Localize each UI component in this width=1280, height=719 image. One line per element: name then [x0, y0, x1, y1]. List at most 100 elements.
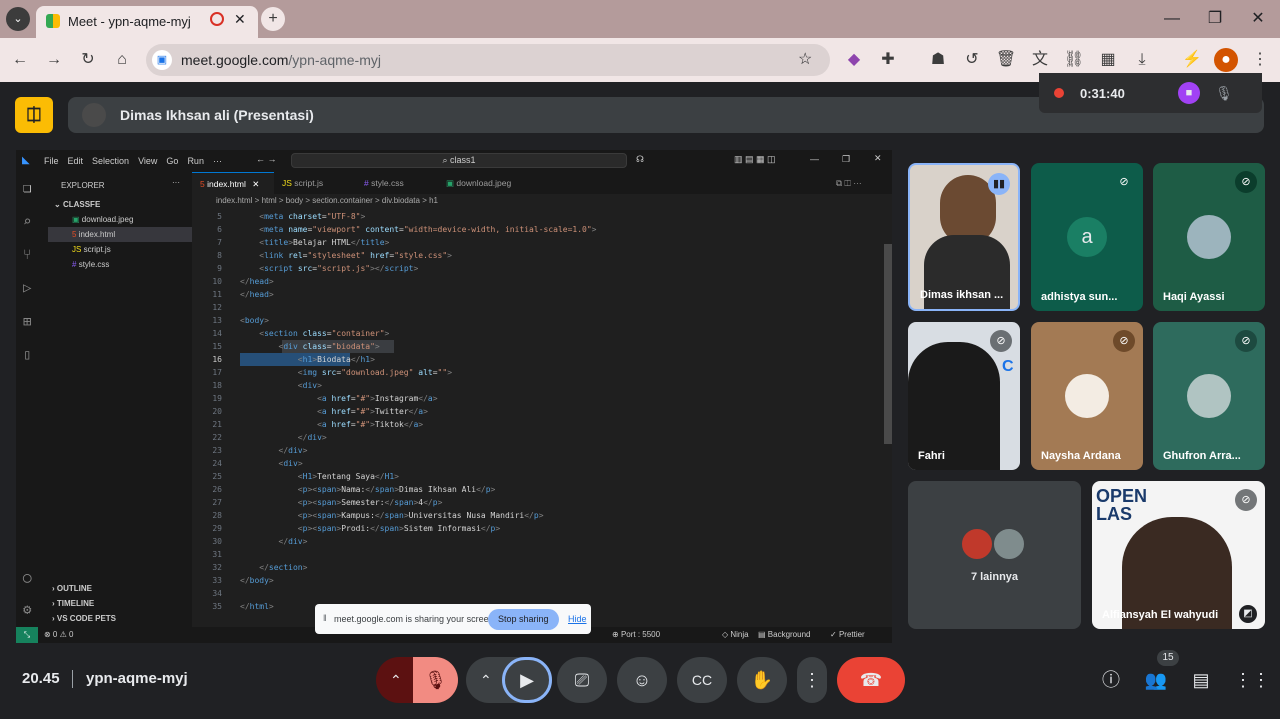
- stop-recording-icon[interactable]: ■: [1178, 82, 1200, 104]
- performance-icon[interactable]: ⚡: [1180, 48, 1204, 72]
- participant-tile[interactable]: ⊘ Haqi Ayassi: [1153, 163, 1265, 311]
- layout-icons[interactable]: ▥ ▤ ▦ ◫: [734, 154, 776, 165]
- search-icon[interactable]: ⌕: [23, 214, 31, 230]
- site-info-icon[interactable]: ▣: [152, 50, 172, 70]
- link-icon[interactable]: ⛓: [1062, 48, 1086, 72]
- menu-icon[interactable]: ⋮: [1248, 48, 1272, 72]
- back-icon[interactable]: ←: [8, 48, 32, 72]
- drag-handle-icon[interactable]: ‖: [323, 613, 327, 623]
- background-status[interactable]: ▤ Background: [758, 630, 810, 639]
- chat-icon[interactable]: ▤: [1189, 668, 1213, 692]
- forward-icon[interactable]: →: [42, 48, 66, 72]
- meeting-info-icon[interactable]: ⓘ: [1099, 668, 1123, 692]
- command-center-search[interactable]: ⌕ class1: [291, 153, 627, 168]
- vscode-menu-item[interactable]: ···: [213, 156, 222, 166]
- translate-icon[interactable]: 文: [1028, 48, 1052, 72]
- browser-tab[interactable]: Meet - ypn-aqme-myj ✕: [36, 6, 258, 38]
- vscode-menu-item[interactable]: Edit: [68, 156, 84, 166]
- file-item-active[interactable]: 5 index.html: [48, 227, 192, 242]
- participant-tile[interactable]: ⊘ Ghufron Arra...: [1153, 322, 1265, 470]
- file-item[interactable]: # style.css: [48, 257, 192, 272]
- participant-tile-speaking[interactable]: ▮▮ Dimas ikhsan ...: [908, 163, 1020, 311]
- explorer-more-icon[interactable]: ···: [172, 178, 180, 187]
- meet-logo[interactable]: ⎅: [15, 97, 53, 133]
- vscode-menu-item[interactable]: Run: [187, 156, 204, 166]
- timeline-section[interactable]: › TIMELINE: [52, 599, 94, 608]
- address-bar[interactable]: ▣ meet.google.com/ypn-aqme-myj ☆: [146, 44, 830, 76]
- ninja-status[interactable]: ◇ Ninja: [722, 630, 749, 639]
- account-icon[interactable]: ◯: [23, 570, 31, 586]
- vscode-menu-item[interactable]: File: [44, 156, 59, 166]
- leave-call-button[interactable]: ☎: [837, 657, 905, 703]
- participant-tile[interactable]: ⊘ Naysha Ardana: [1031, 322, 1143, 470]
- vscode-menu-item[interactable]: View: [138, 156, 157, 166]
- participant-tile[interactable]: OPEN LAS ⊘ Alfiansyah El wahyudi ◩: [1092, 481, 1265, 629]
- source-control-icon[interactable]: ⑂: [23, 247, 31, 263]
- more-options-button[interactable]: ⋮: [797, 657, 827, 703]
- folder-name[interactable]: ⌄ CLASSFE: [54, 200, 100, 209]
- editor-scrollbar[interactable]: [884, 244, 892, 444]
- outline-section[interactable]: › OUTLINE: [52, 584, 92, 593]
- history-icon[interactable]: ↺: [960, 48, 984, 72]
- problems-status[interactable]: ⊗ 0 ⚠ 0: [44, 630, 73, 639]
- participant-tile[interactable]: a ⊘ adhistya sun...: [1031, 163, 1143, 311]
- editor-actions-icon[interactable]: ⧉ ◫ ···: [836, 178, 862, 189]
- vscode-menu-item[interactable]: Go: [166, 156, 178, 166]
- more-participants-tile[interactable]: 7 lainnya: [908, 481, 1081, 629]
- vscode-close-icon[interactable]: ✕: [874, 153, 882, 164]
- tab-groups-icon[interactable]: ▦: [1096, 48, 1120, 72]
- explorer-icon[interactable]: ❏: [23, 180, 31, 196]
- file-item[interactable]: JS script.js: [48, 242, 192, 257]
- reactions-button[interactable]: ☺: [617, 657, 667, 703]
- activities-icon[interactable]: ⋮⋮: [1234, 668, 1270, 692]
- stop-sharing-button[interactable]: Stop sharing: [488, 609, 559, 630]
- tab-search-icon[interactable]: ⌄: [6, 7, 30, 31]
- mic-off-icon[interactable]: 🎙: [1213, 82, 1235, 104]
- extensions-icon[interactable]: ⊞: [23, 314, 31, 330]
- reload-icon[interactable]: ↻: [76, 48, 100, 72]
- present-screen-button[interactable]: ⎚: [557, 657, 607, 703]
- video-options-button[interactable]: ⌃ ▶: [466, 657, 552, 703]
- tab-script-js[interactable]: JS script.js: [274, 172, 356, 194]
- remote-status-icon[interactable]: ⤡: [16, 627, 38, 643]
- puzzle-icon[interactable]: ✚: [876, 48, 900, 72]
- mic-off-icon[interactable]: 🎙: [413, 657, 458, 703]
- extension-icon[interactable]: ◆: [842, 48, 866, 72]
- settings-gear-icon[interactable]: ⚙: [23, 602, 31, 618]
- new-tab-icon[interactable]: +: [261, 7, 285, 31]
- download-icon[interactable]: ⤓: [1130, 48, 1154, 72]
- run-debug-icon[interactable]: ▷: [23, 280, 31, 296]
- participant-tile[interactable]: C ⊘ Fahri: [908, 322, 1020, 470]
- vscode-maximize-icon[interactable]: ❐: [842, 154, 850, 165]
- tab-download-jpeg[interactable]: ▣ download.jpeg: [438, 172, 538, 194]
- bookmark-star-icon[interactable]: ☆: [798, 49, 812, 69]
- raise-hand-button[interactable]: ✋: [737, 657, 787, 703]
- copilot-icon[interactable]: ☊: [636, 154, 644, 165]
- pin-icon[interactable]: ◩: [1239, 605, 1257, 623]
- tab-style-css[interactable]: # style.css: [356, 172, 438, 194]
- captions-button[interactable]: CC: [677, 657, 727, 703]
- profile-avatar[interactable]: ●: [1214, 48, 1238, 72]
- prettier-status[interactable]: ✓ Prettier: [830, 630, 865, 639]
- breadcrumb[interactable]: index.html > html > body > section.conta…: [192, 194, 892, 208]
- remote-icon[interactable]: ▯: [23, 347, 31, 363]
- people-icon[interactable]: 👥: [1144, 668, 1168, 692]
- trash-icon[interactable]: 🗑: [994, 48, 1018, 72]
- tab-close-icon[interactable]: ✕: [234, 11, 246, 28]
- home-icon[interactable]: ⌂: [110, 48, 134, 72]
- vscode-minimize-icon[interactable]: —: [810, 154, 819, 164]
- port-status[interactable]: ⊕ Port : 5500: [612, 630, 660, 639]
- file-item[interactable]: ▣ download.jpeg: [48, 212, 192, 227]
- camera-icon[interactable]: ▶: [502, 657, 552, 703]
- audio-options-button[interactable]: ⌃ 🎙: [376, 657, 458, 703]
- nav-arrows-icon[interactable]: ← →: [256, 154, 277, 164]
- close-window-icon[interactable]: ✕: [1246, 7, 1270, 31]
- pets-section[interactable]: › VS CODE PETS: [52, 614, 116, 623]
- tab-index-html[interactable]: 5 index.html ✕: [192, 172, 274, 194]
- code-editor[interactable]: 5 <meta charset="UTF-8"> 6 <meta name="vi…: [192, 210, 892, 620]
- hide-link[interactable]: Hide: [568, 614, 587, 624]
- minimize-icon[interactable]: —: [1160, 7, 1184, 31]
- incognito-icon[interactable]: ☗: [926, 48, 950, 72]
- vscode-menu-item[interactable]: Selection: [92, 156, 129, 166]
- maximize-icon[interactable]: ❐: [1203, 7, 1227, 31]
